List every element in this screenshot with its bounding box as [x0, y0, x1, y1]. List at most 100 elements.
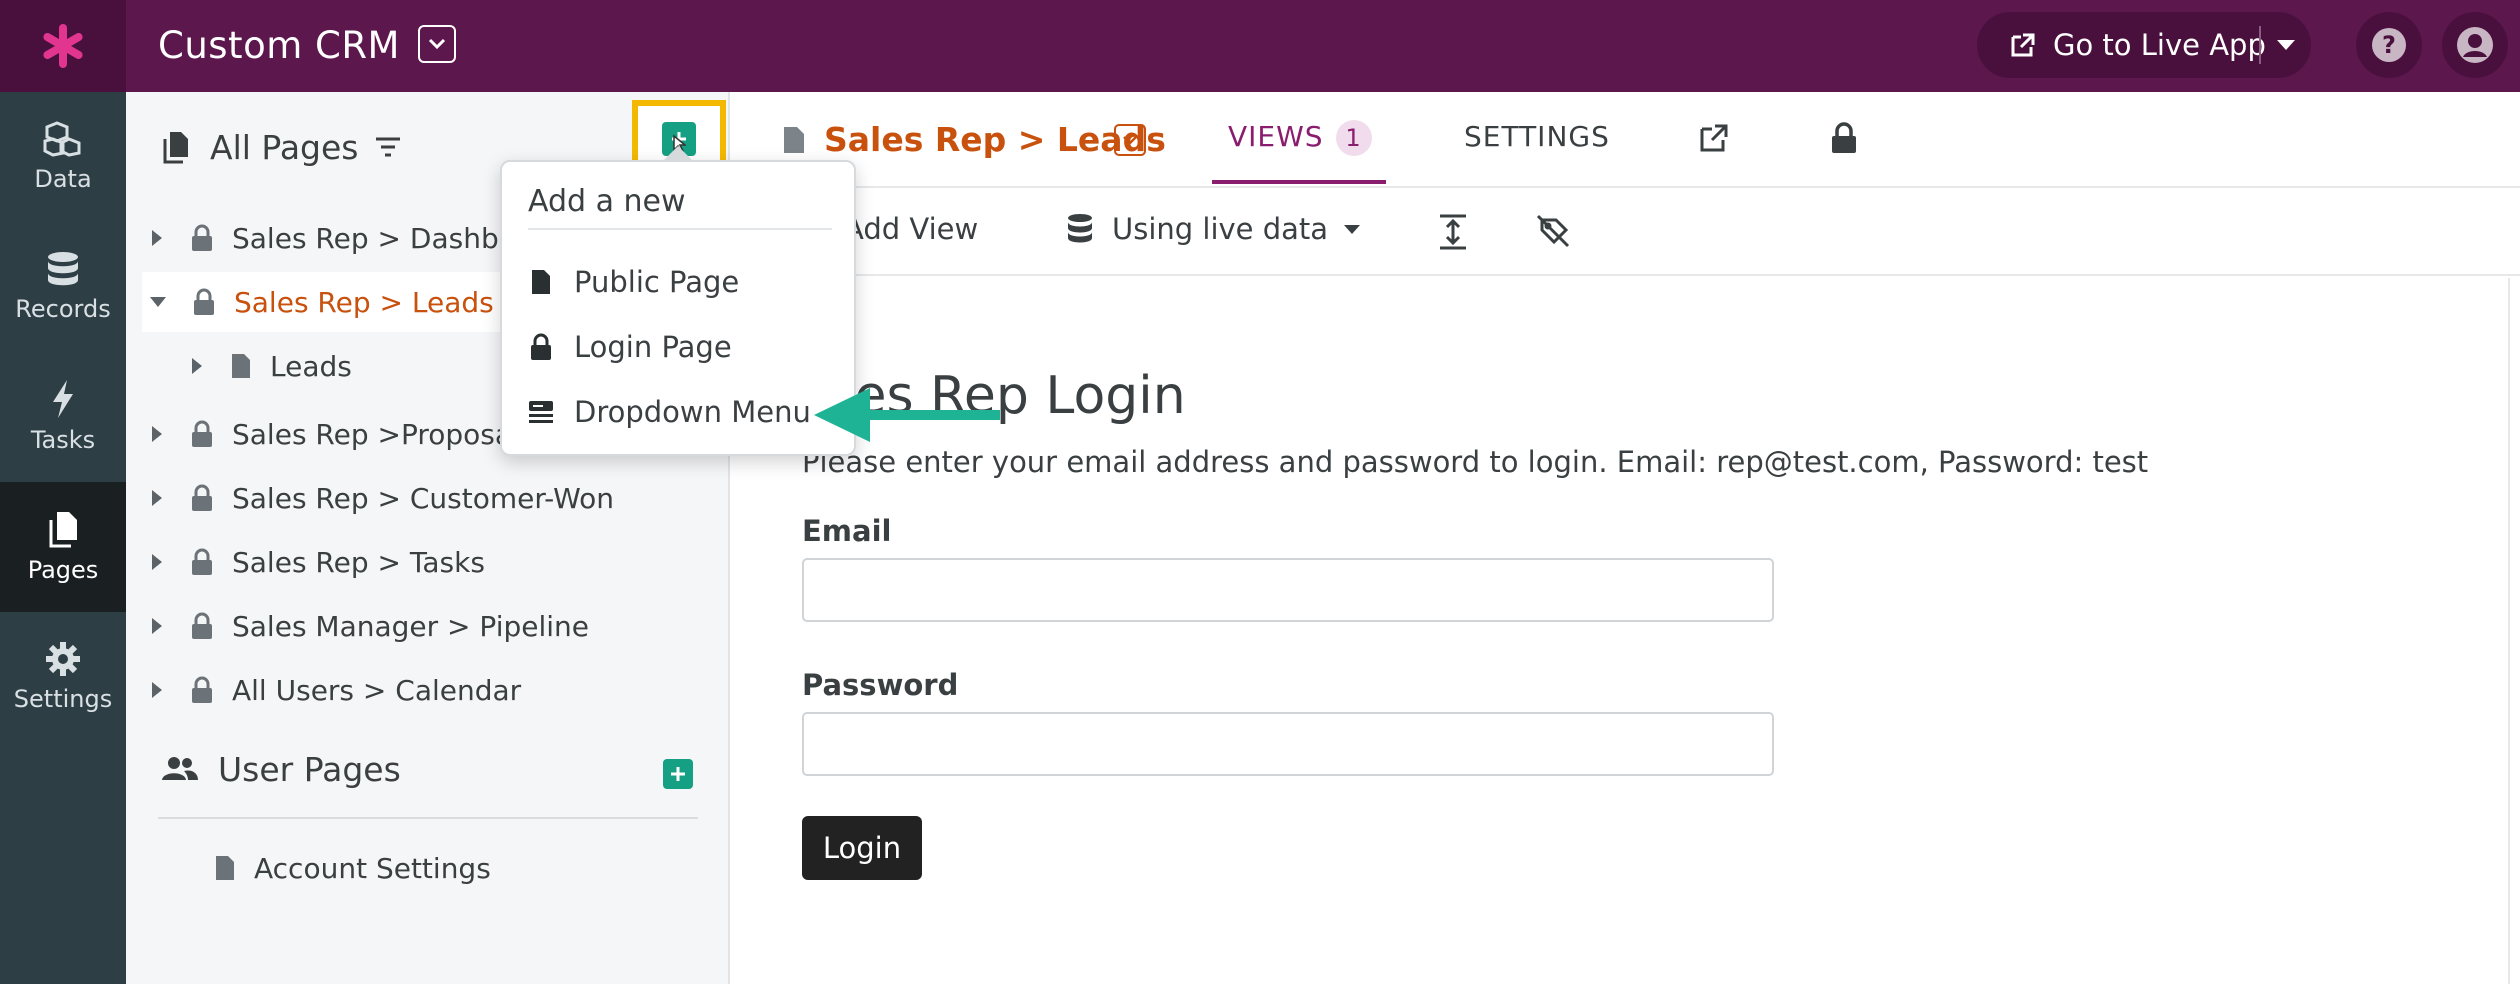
app-root: Custom CRM Go to Live App ? Data Records…: [0, 0, 2520, 984]
add-dropdown-menu-option[interactable]: Dropdown Menu: [528, 387, 811, 437]
main-panel: Sales Rep > Leads VIEWS 1 SETTINGS Add V…: [730, 92, 2520, 984]
active-tab-indicator: [1212, 180, 1386, 184]
page-icon: [528, 268, 554, 296]
button-separator: [2259, 26, 2261, 64]
add-view-button[interactable]: Add View: [844, 212, 978, 246]
database-icon: [1068, 214, 1092, 243]
page-switcher-button[interactable]: [1114, 124, 1146, 156]
data-source-label: Using live data: [1112, 212, 1329, 246]
tab-settings[interactable]: SETTINGS: [1464, 120, 1610, 153]
app-logo[interactable]: [0, 0, 126, 92]
caret-right-icon[interactable]: [152, 490, 162, 506]
live-app-caret-icon[interactable]: [2277, 40, 2295, 50]
bolt-icon: [53, 380, 73, 418]
lock-icon: [1832, 122, 1856, 153]
tree-item-label: Leads: [270, 349, 352, 383]
users-icon: [162, 757, 198, 780]
nav-label: Records: [15, 295, 111, 323]
caret-right-icon[interactable]: [152, 554, 162, 570]
caret-down-icon[interactable]: [150, 297, 166, 307]
email-field[interactable]: [802, 558, 1774, 622]
tree-item-label: Sales Rep > Dashbo: [232, 221, 516, 255]
tree-item-label: Sales Manager > Pipeline: [232, 609, 589, 643]
views-toolbar: Add View Using live data: [730, 190, 2520, 276]
page-icon: [214, 854, 236, 882]
add-view-label: Add View: [844, 212, 979, 246]
nav-item-tasks[interactable]: Tasks: [0, 352, 126, 482]
option-label: Login Page: [574, 330, 732, 364]
app-switcher-button[interactable]: [418, 25, 456, 63]
password-field[interactable]: [802, 712, 1774, 776]
toggle-design-button[interactable]: [1536, 214, 1588, 248]
user-circle-icon: [2457, 27, 2493, 63]
asterisk-logo-icon: [43, 24, 83, 68]
page-icon: [230, 352, 252, 380]
login-instructions: Please enter your email address and pass…: [802, 445, 2149, 479]
tree-item-account-settings[interactable]: Account Settings: [142, 838, 712, 898]
go-to-live-app-label: Go to Live App: [2053, 28, 2266, 62]
option-label: Public Page: [574, 265, 740, 299]
external-link-icon: [2011, 33, 2035, 57]
nav-item-records[interactable]: Records: [0, 222, 126, 352]
vertical-expand-icon: [1440, 214, 1466, 250]
tree-item-sales-rep-tasks[interactable]: Sales Rep > Tasks: [142, 532, 712, 592]
annotation-arrow-icon: [814, 388, 1000, 442]
add-user-page-button[interactable]: [663, 759, 693, 789]
add-login-page-option[interactable]: Login Page: [528, 322, 732, 372]
paint-slash-icon: [1536, 214, 1570, 248]
caret-right-icon[interactable]: [152, 426, 162, 442]
menu-icon: [528, 400, 554, 424]
top-bar: Custom CRM Go to Live App ?: [0, 0, 2520, 92]
caret-right-icon[interactable]: [152, 682, 162, 698]
left-nav: Data Records Tasks Pages Settings: [0, 92, 126, 984]
popover-title: Add a new: [528, 184, 686, 219]
tab-settings-label: SETTINGS: [1464, 120, 1610, 153]
add-public-page-option[interactable]: Public Page: [528, 257, 739, 307]
add-page-popover: Add a new Public Page Login Page Dropdow…: [500, 146, 856, 456]
divider: [158, 817, 698, 819]
data-source-dropdown[interactable]: Using live data: [1066, 212, 1361, 246]
chevron-down-icon: [428, 38, 446, 50]
plus-icon: [671, 767, 685, 781]
external-link-icon: [1700, 124, 1728, 152]
tree-item-all-users-calendar[interactable]: All Users > Calendar: [142, 660, 712, 720]
nav-item-data[interactable]: Data: [0, 92, 126, 222]
nav-label: Pages: [27, 556, 99, 584]
nav-label: Settings: [13, 685, 113, 713]
tree-item-label: Sales Rep > Leads: [234, 285, 494, 319]
lock-icon: [528, 333, 554, 361]
svg-text:?: ?: [2382, 31, 2396, 59]
popover-divider: [528, 228, 832, 230]
tab-views[interactable]: VIEWS 1: [1228, 120, 1372, 156]
expand-height-button[interactable]: [1438, 214, 1486, 250]
page-access-button[interactable]: [1830, 122, 1858, 161]
caret-right-icon[interactable]: [192, 358, 202, 374]
tree-item-label: Sales Rep > Customer-Won: [232, 481, 614, 515]
filter-icon[interactable]: [374, 136, 402, 158]
lock-icon: [190, 676, 214, 704]
caret-down-icon: [1344, 224, 1361, 234]
nav-label: Tasks: [30, 426, 96, 454]
nav-item-settings[interactable]: Settings: [0, 612, 126, 742]
tree-item-sales-rep-customer-won[interactable]: Sales Rep > Customer-Won: [142, 468, 712, 528]
account-button[interactable]: [2442, 12, 2508, 78]
database-icon: [48, 252, 78, 286]
email-label: Email: [802, 514, 892, 548]
all-pages-header: All Pages: [162, 122, 422, 172]
tab-views-label: VIEWS: [1228, 120, 1324, 153]
cubes-icon: [43, 121, 81, 157]
app-title: Custom CRM: [158, 24, 400, 67]
password-label: Password: [802, 668, 959, 702]
pages-icon: [49, 512, 77, 548]
user-pages-title: User Pages: [218, 749, 401, 789]
go-to-live-app-button[interactable]: Go to Live App: [1977, 12, 2311, 78]
gear-icon: [46, 642, 80, 676]
caret-right-icon[interactable]: [152, 230, 162, 246]
caret-right-icon[interactable]: [152, 618, 162, 634]
lock-icon: [190, 420, 214, 448]
open-page-button[interactable]: [1698, 122, 1730, 161]
login-button[interactable]: Login: [802, 816, 922, 880]
tree-item-sales-manager-pipeline[interactable]: Sales Manager > Pipeline: [142, 596, 712, 656]
help-button[interactable]: ?: [2356, 12, 2422, 78]
nav-item-pages[interactable]: Pages: [0, 482, 126, 612]
